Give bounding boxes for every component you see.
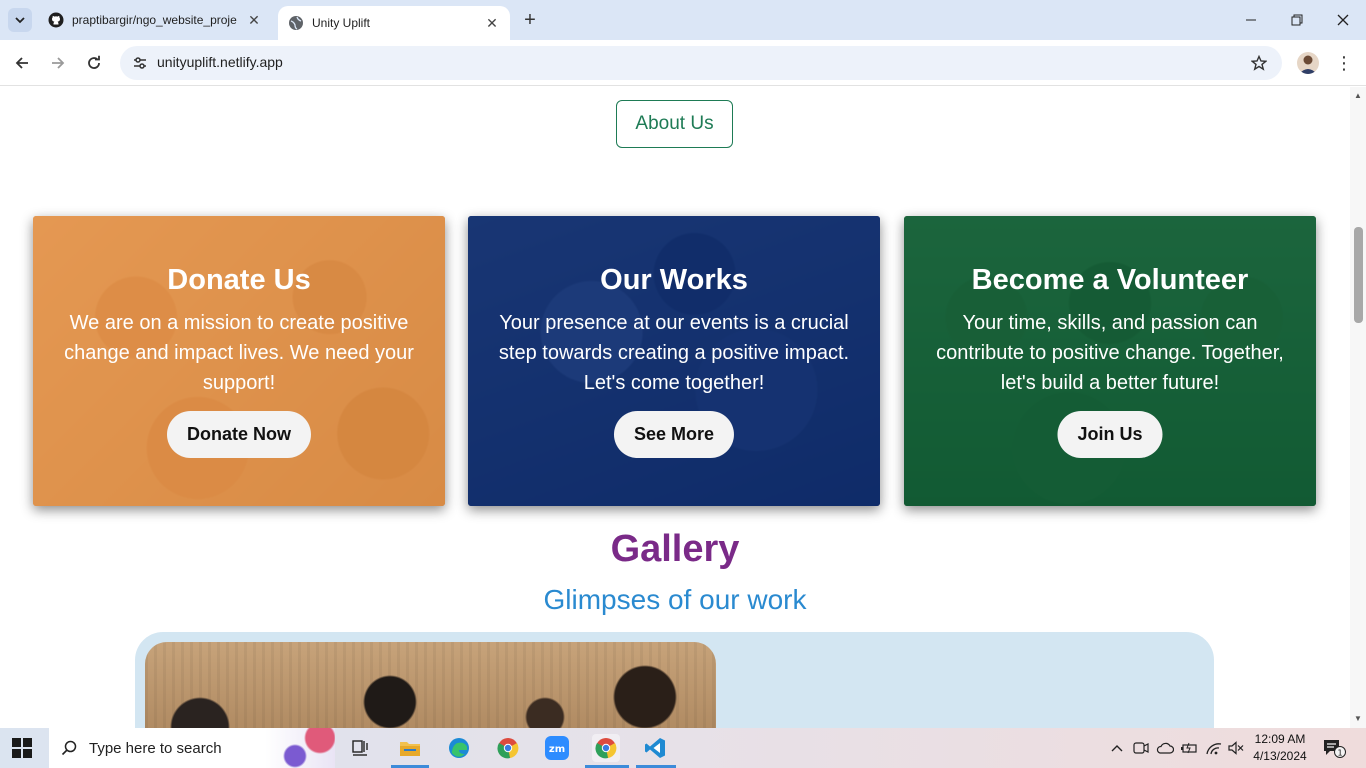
see-more-button[interactable]: See More bbox=[613, 411, 735, 458]
restore-button[interactable] bbox=[1274, 0, 1320, 40]
chrome-icon[interactable] bbox=[494, 734, 522, 762]
close-tab-icon[interactable]: ✕ bbox=[484, 15, 500, 31]
site-info-icon[interactable] bbox=[128, 51, 152, 75]
clock-date: 4/13/2024 bbox=[1253, 749, 1307, 763]
wifi-icon[interactable] bbox=[1203, 728, 1225, 768]
battery-icon[interactable] bbox=[1179, 728, 1199, 768]
arrow-right-icon bbox=[52, 57, 65, 69]
gallery-title: Gallery bbox=[610, 528, 740, 570]
gallery-photo[interactable] bbox=[145, 642, 716, 728]
tab-search-button[interactable] bbox=[8, 8, 32, 32]
onedrive-cloud-icon[interactable] bbox=[1154, 728, 1176, 768]
tab-title: Unity Uplift bbox=[312, 16, 371, 30]
vscode-icon[interactable] bbox=[641, 734, 669, 762]
github-icon bbox=[48, 12, 64, 28]
close-window-button[interactable] bbox=[1320, 0, 1366, 40]
our-works-card: Our Works Your presence at our events is… bbox=[468, 216, 880, 506]
windows-start-icon[interactable] bbox=[12, 738, 32, 758]
minimize-icon bbox=[1246, 19, 1256, 21]
browser-tab-bar: praptibargir/ngo_website_proje ✕ Unity U… bbox=[0, 0, 1366, 40]
scroll-thumb[interactable] bbox=[1354, 227, 1363, 323]
browser-toolbar: unityuplift.netlify.app ⋮ bbox=[0, 40, 1366, 86]
forward-button[interactable] bbox=[44, 49, 72, 77]
reload-button[interactable] bbox=[80, 49, 108, 77]
tab-unity-uplift[interactable]: Unity Uplift ✕ bbox=[278, 6, 510, 40]
search-highlight-art bbox=[265, 728, 335, 768]
profile-avatar[interactable] bbox=[1297, 52, 1319, 74]
card-title: Our Works bbox=[600, 264, 748, 296]
scroll-up-arrow-icon[interactable]: ▲ bbox=[1353, 91, 1363, 101]
globe-icon bbox=[289, 16, 303, 30]
tab-title: praptibargir/ngo_website_proje bbox=[72, 13, 237, 27]
volunteer-card: Become a Volunteer Your time, skills, an… bbox=[904, 216, 1316, 506]
bookmark-star-icon[interactable] bbox=[1248, 52, 1270, 74]
browser-menu-icon[interactable]: ⋮ bbox=[1335, 52, 1353, 74]
chevron-down-icon bbox=[15, 17, 25, 24]
tab-github[interactable]: praptibargir/ngo_website_proje ✕ bbox=[38, 0, 272, 40]
search-icon bbox=[49, 740, 89, 756]
show-hidden-icons-icon[interactable] bbox=[1108, 728, 1126, 768]
zoom-icon[interactable]: zm bbox=[543, 734, 571, 762]
taskbar-search[interactable]: Type here to search bbox=[49, 728, 335, 768]
system-clock[interactable]: 12:09 AM 4/13/2024 bbox=[1248, 731, 1312, 765]
card-text: We are on a mission to create positive c… bbox=[64, 312, 414, 394]
close-icon bbox=[1337, 14, 1349, 26]
restore-icon bbox=[1291, 14, 1303, 26]
card-text: Your presence at our events is a crucial… bbox=[498, 312, 850, 394]
task-view-icon[interactable] bbox=[346, 734, 374, 762]
address-bar[interactable]: unityuplift.netlify.app bbox=[120, 46, 1282, 80]
scroll-down-arrow-icon[interactable]: ▼ bbox=[1353, 714, 1363, 724]
card-title: Become a Volunteer bbox=[971, 264, 1249, 296]
meet-now-icon[interactable] bbox=[1131, 728, 1151, 768]
new-tab-button[interactable]: + bbox=[518, 8, 542, 32]
notification-center-icon[interactable]: 1 bbox=[1322, 738, 1346, 758]
reload-icon bbox=[88, 55, 100, 69]
file-explorer-icon[interactable] bbox=[396, 734, 424, 762]
vertical-scrollbar[interactable]: ▲ ▼ bbox=[1350, 87, 1366, 728]
back-button[interactable] bbox=[8, 49, 36, 77]
join-us-button[interactable]: Join Us bbox=[1057, 411, 1163, 458]
arrow-left-icon bbox=[15, 57, 28, 69]
page-viewport: About Us Donate Us We are on a mission t… bbox=[0, 87, 1350, 728]
url-text[interactable]: unityuplift.netlify.app bbox=[157, 54, 283, 70]
search-placeholder: Type here to search bbox=[89, 739, 222, 757]
card-title: Donate Us bbox=[167, 264, 311, 296]
clock-time: 12:09 AM bbox=[1254, 732, 1306, 746]
edge-icon[interactable] bbox=[445, 734, 473, 762]
windows-taskbar: Type here to search zm 12:09 AM 4/13/202… bbox=[0, 728, 1366, 768]
notification-count: 1 bbox=[1337, 749, 1342, 758]
card-text: Your time, skills, and passion can contr… bbox=[936, 312, 1284, 394]
donate-card: Donate Us We are on a mission to create … bbox=[33, 216, 445, 506]
donate-now-button[interactable]: Donate Now bbox=[166, 411, 312, 458]
close-tab-icon[interactable]: ✕ bbox=[246, 12, 262, 28]
chrome-icon[interactable] bbox=[592, 734, 620, 762]
gallery-subtitle: Glimpses of our work bbox=[543, 584, 807, 615]
minimize-button[interactable] bbox=[1228, 0, 1274, 40]
svg-text:zm: zm bbox=[549, 744, 565, 755]
about-us-button[interactable]: About Us bbox=[616, 100, 733, 148]
volume-muted-icon[interactable] bbox=[1226, 728, 1246, 768]
